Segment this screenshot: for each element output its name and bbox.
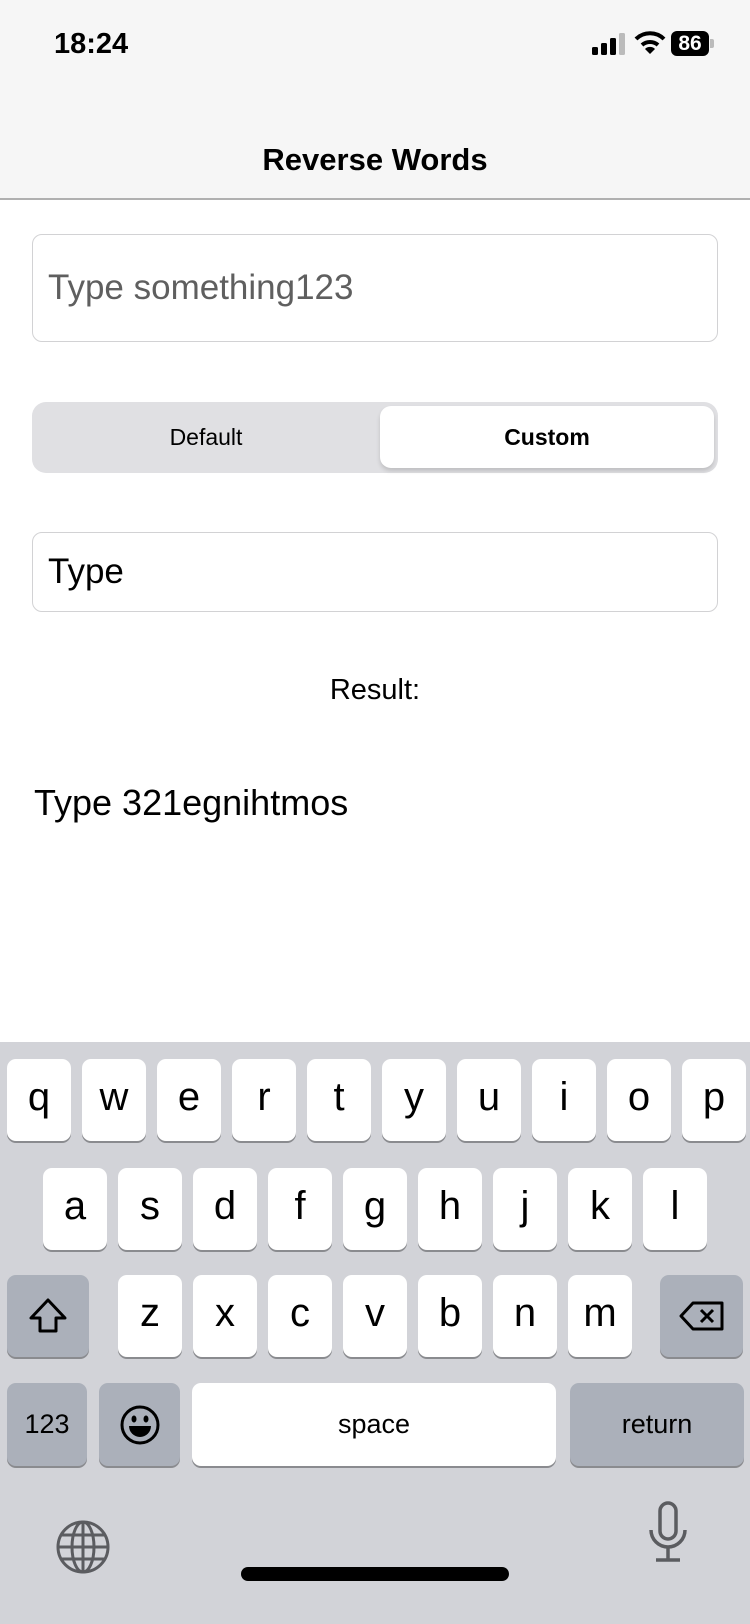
key-t[interactable]: t bbox=[307, 1059, 371, 1141]
key-e[interactable]: e bbox=[157, 1059, 221, 1141]
key-s[interactable]: s bbox=[118, 1168, 182, 1250]
key-m[interactable]: m bbox=[568, 1275, 632, 1357]
home-indicator[interactable] bbox=[241, 1567, 509, 1581]
key-v[interactable]: v bbox=[343, 1275, 407, 1357]
key-a[interactable]: a bbox=[43, 1168, 107, 1250]
key-k[interactable]: k bbox=[568, 1168, 632, 1250]
key-q[interactable]: q bbox=[7, 1059, 71, 1141]
custom-input[interactable]: Type bbox=[32, 532, 718, 612]
battery-cap bbox=[710, 39, 714, 48]
key-n[interactable]: n bbox=[493, 1275, 557, 1357]
delete-icon bbox=[679, 1301, 723, 1331]
signal-icon bbox=[592, 33, 625, 55]
key-z[interactable]: z bbox=[118, 1275, 182, 1357]
key-x[interactable]: x bbox=[193, 1275, 257, 1357]
key-c[interactable]: c bbox=[268, 1275, 332, 1357]
return-key[interactable]: return bbox=[570, 1383, 744, 1466]
key-w[interactable]: w bbox=[82, 1059, 146, 1141]
emoji-key[interactable] bbox=[99, 1383, 180, 1466]
key-y[interactable]: y bbox=[382, 1059, 446, 1141]
space-key[interactable]: space bbox=[192, 1383, 556, 1466]
page-title: Reverse Words bbox=[262, 142, 488, 177]
battery-icon: 86 bbox=[671, 31, 709, 56]
numbers-key[interactable]: 123 bbox=[7, 1383, 87, 1466]
mode-segmented-control: Default Custom bbox=[32, 402, 718, 473]
result-label: Result: bbox=[329, 674, 421, 706]
emoji-icon bbox=[120, 1405, 159, 1444]
shift-key[interactable] bbox=[7, 1275, 89, 1357]
result-text: Type 321egnihtmos bbox=[34, 782, 349, 823]
key-g[interactable]: g bbox=[343, 1168, 407, 1250]
key-o[interactable]: o bbox=[607, 1059, 671, 1141]
key-j[interactable]: j bbox=[493, 1168, 557, 1250]
key-f[interactable]: f bbox=[268, 1168, 332, 1250]
key-p[interactable]: p bbox=[682, 1059, 746, 1141]
key-h[interactable]: h bbox=[418, 1168, 482, 1250]
key-l[interactable]: l bbox=[643, 1168, 707, 1250]
key-r[interactable]: r bbox=[232, 1059, 296, 1141]
key-d[interactable]: d bbox=[193, 1168, 257, 1250]
segment-default[interactable]: Default bbox=[36, 406, 376, 468]
key-i[interactable]: i bbox=[532, 1059, 596, 1141]
delete-key[interactable] bbox=[660, 1275, 743, 1357]
key-b[interactable]: b bbox=[418, 1275, 482, 1357]
wifi-icon bbox=[634, 31, 666, 54]
shift-icon bbox=[29, 1298, 67, 1333]
microphone-icon[interactable] bbox=[648, 1500, 688, 1564]
globe-icon[interactable] bbox=[55, 1519, 111, 1575]
segment-custom[interactable]: Custom bbox=[380, 406, 714, 468]
text-input[interactable]: Type something123 bbox=[32, 234, 718, 342]
text-input-value: Type something123 bbox=[48, 268, 354, 307]
status-time: 18:24 bbox=[54, 28, 129, 60]
battery-level: 86 bbox=[678, 31, 702, 55]
custom-input-value: Type bbox=[48, 552, 124, 591]
key-u[interactable]: u bbox=[457, 1059, 521, 1141]
